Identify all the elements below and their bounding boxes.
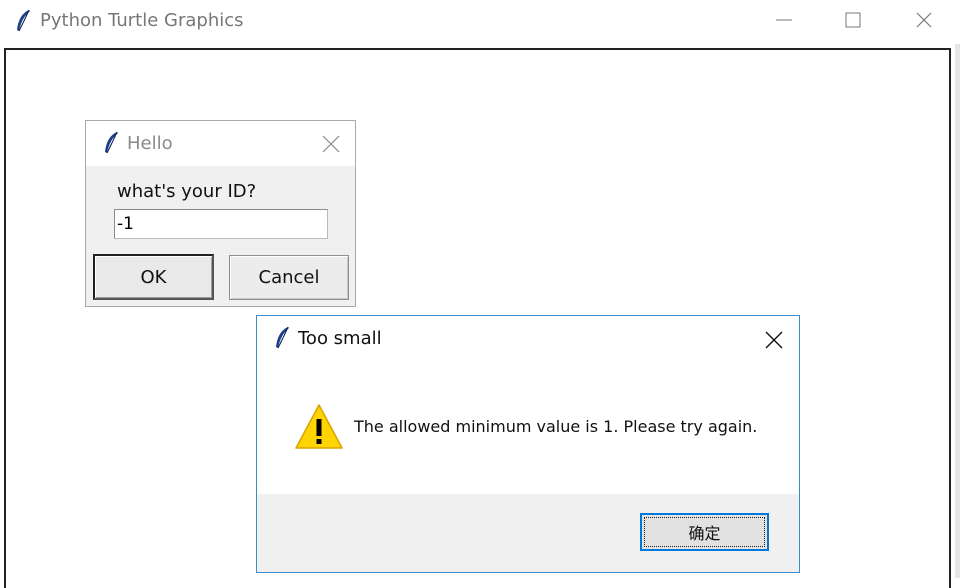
hello-dialog: Hello what's your ID? OK Cancel xyxy=(85,120,356,307)
window-title: Python Turtle Graphics xyxy=(40,10,244,31)
prompt-label: what's your ID? xyxy=(117,181,257,202)
minimize-button[interactable] xyxy=(761,0,807,40)
error-dialog: Too small The allowed minimum value is 1… xyxy=(256,315,800,573)
close-icon xyxy=(916,12,932,28)
dialog-footer: 确定 xyxy=(257,494,799,572)
dialog-title: Too small xyxy=(298,328,382,349)
close-icon xyxy=(322,135,340,153)
error-message: The allowed minimum value is 1. Please t… xyxy=(354,417,758,436)
minimize-icon xyxy=(776,19,792,21)
confirm-button[interactable]: 确定 xyxy=(640,513,769,551)
hello-close-button[interactable] xyxy=(319,131,343,155)
warning-icon xyxy=(295,404,343,449)
error-close-button[interactable] xyxy=(754,322,794,358)
id-input[interactable] xyxy=(114,209,328,239)
close-button[interactable] xyxy=(901,0,947,40)
window-edge xyxy=(955,44,960,578)
dialog-title: Hello xyxy=(127,133,173,154)
main-titlebar: Python Turtle Graphics xyxy=(0,0,960,44)
close-icon xyxy=(765,331,783,349)
cancel-button[interactable]: Cancel xyxy=(229,255,349,300)
ok-button[interactable]: OK xyxy=(93,254,214,300)
hello-titlebar: Hello xyxy=(86,121,355,166)
feather-icon xyxy=(276,326,289,349)
focus-ring xyxy=(644,517,765,547)
feather-icon xyxy=(105,131,118,154)
feather-icon xyxy=(17,9,30,32)
maximize-button[interactable] xyxy=(830,0,876,40)
maximize-icon xyxy=(845,12,861,28)
